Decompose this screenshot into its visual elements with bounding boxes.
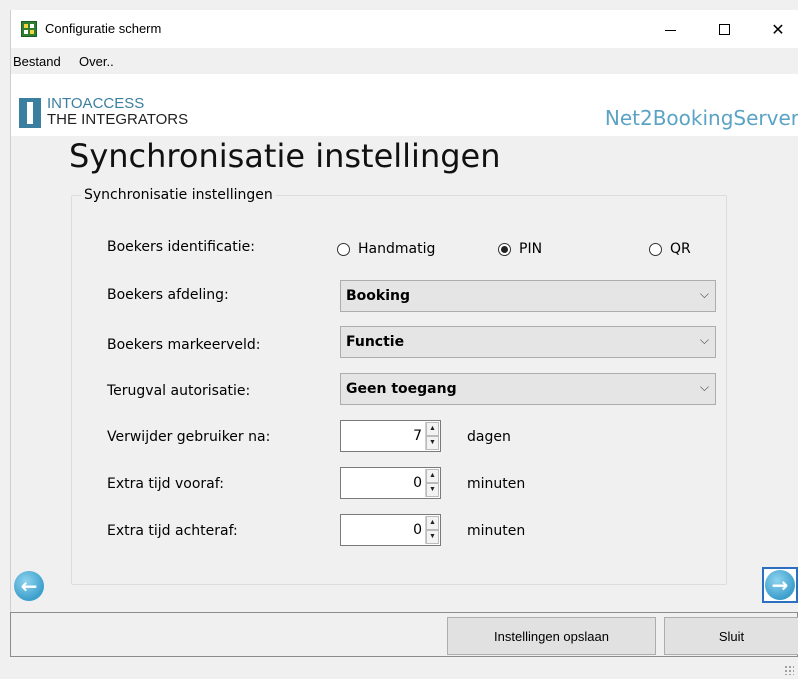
- stepper-up-icon[interactable]: ▲: [426, 516, 439, 530]
- logo-brand-text: INTOACCESS: [47, 95, 145, 112]
- extra-before-stepper[interactable]: 0 ▲ ▼: [340, 467, 441, 499]
- menu-item-bestand[interactable]: Bestand: [13, 54, 61, 69]
- identification-label: Boekers identificatie:: [107, 239, 255, 255]
- marker-field-label: Boekers markeerveld:: [107, 337, 261, 353]
- chevron-down-icon: ⌵: [699, 287, 709, 301]
- arrow-left-icon: ←: [14, 571, 44, 601]
- stepper-buttons: ▲ ▼: [425, 516, 439, 544]
- stepper-down-icon[interactable]: ▼: [426, 483, 439, 497]
- previous-page-button[interactable]: ←: [11, 568, 47, 604]
- fallback-auth-label: Terugval autorisatie:: [107, 383, 251, 399]
- window-title: Configuratie scherm: [45, 21, 162, 36]
- menu-bar: Bestand Over..: [11, 48, 798, 74]
- maximize-icon: [718, 23, 730, 35]
- marker-field-combobox[interactable]: Functie ⌵: [340, 326, 716, 358]
- stepper-up-icon[interactable]: ▲: [426, 422, 439, 436]
- save-settings-button[interactable]: Instellingen opslaan: [447, 617, 656, 655]
- radio-pin-label: PIN: [519, 241, 543, 257]
- department-label: Boekers afdeling:: [107, 287, 229, 303]
- maximize-button[interactable]: [701, 10, 747, 48]
- menu-item-over[interactable]: Over..: [79, 54, 114, 69]
- radio-pin[interactable]: PIN: [498, 241, 542, 257]
- radio-handmatig[interactable]: Handmatig: [337, 241, 435, 257]
- status-bar: [10, 657, 798, 679]
- delete-user-label: Verwijder gebruiker na:: [107, 429, 271, 445]
- delete-user-unit: dagen: [467, 429, 511, 445]
- product-name: Net2BookingServer: [604, 106, 798, 130]
- minimize-button[interactable]: [647, 10, 693, 48]
- stepper-up-icon[interactable]: ▲: [426, 469, 439, 483]
- chevron-down-icon: ⌵: [699, 380, 709, 394]
- close-button[interactable]: Sluit: [664, 617, 798, 655]
- minimize-icon: [664, 29, 676, 31]
- extra-before-unit: minuten: [467, 476, 526, 492]
- radio-checked-icon: [498, 242, 511, 256]
- delete-user-stepper[interactable]: 7 ▲ ▼: [340, 420, 441, 452]
- bottom-button-bar: Instellingen opslaan Sluit: [10, 612, 798, 657]
- groupbox-title: Synchronisatie instellingen: [81, 187, 276, 203]
- page-title: Synchronisatie instellingen: [69, 137, 501, 175]
- delete-user-value: 7: [413, 428, 422, 444]
- header-banner: INTOACCESS THE INTEGRATORS Net2BookingSe…: [11, 74, 798, 136]
- stepper-down-icon[interactable]: ▼: [426, 530, 439, 544]
- radio-circle-icon: [649, 242, 662, 256]
- department-combobox[interactable]: Booking ⌵: [340, 280, 716, 312]
- extra-before-label: Extra tijd vooraf:: [107, 476, 224, 492]
- title-bar: Configuratie scherm ✕: [11, 10, 798, 48]
- radio-handmatig-label: Handmatig: [358, 241, 436, 257]
- intoaccess-logo-icon: [19, 98, 41, 128]
- radio-circle-icon: [337, 242, 350, 256]
- chevron-down-icon: ⌵: [699, 333, 709, 347]
- resize-grip-icon[interactable]: [784, 665, 794, 675]
- extra-before-value: 0: [413, 475, 422, 491]
- extra-after-label: Extra tijd achteraf:: [107, 523, 238, 539]
- close-icon: ✕: [771, 19, 785, 39]
- app-icon: [21, 21, 37, 37]
- arrow-right-icon: →: [765, 570, 795, 600]
- stepper-buttons: ▲ ▼: [425, 422, 439, 450]
- close-window-button[interactable]: ✕: [755, 10, 798, 48]
- stepper-buttons: ▲ ▼: [425, 469, 439, 497]
- fallback-auth-combobox[interactable]: Geen toegang ⌵: [340, 373, 716, 405]
- logo-tagline-text: THE INTEGRATORS: [47, 111, 189, 128]
- extra-after-value: 0: [413, 522, 422, 538]
- extra-after-unit: minuten: [467, 523, 526, 539]
- radio-qr-label: QR: [670, 241, 691, 257]
- department-value: Booking: [346, 288, 411, 304]
- stepper-down-icon[interactable]: ▼: [426, 436, 439, 450]
- extra-after-stepper[interactable]: 0 ▲ ▼: [340, 514, 441, 546]
- next-page-button[interactable]: →: [762, 567, 798, 603]
- marker-field-value: Functie: [346, 334, 405, 350]
- fallback-auth-value: Geen toegang: [346, 381, 457, 397]
- radio-qr[interactable]: QR: [649, 241, 691, 257]
